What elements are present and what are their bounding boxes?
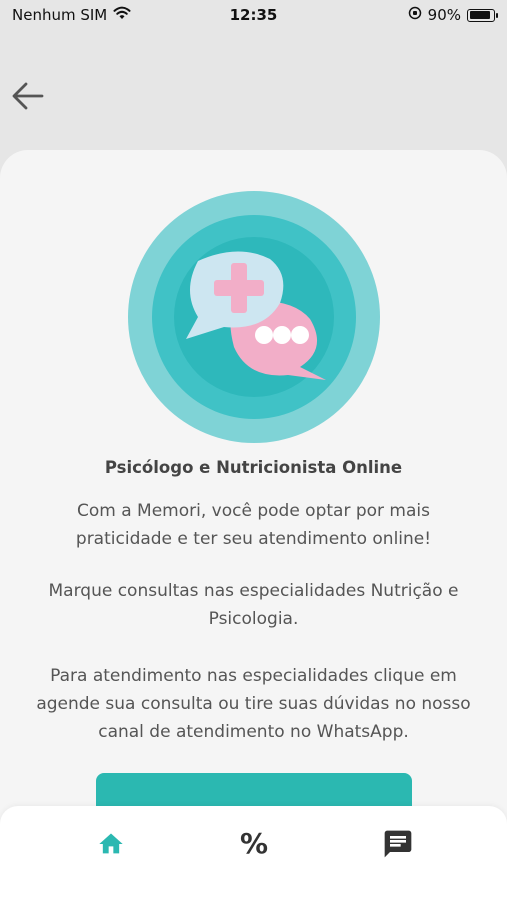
- description-paragraph-1: Com a Memori, você pode optar por mais p…: [75, 501, 432, 549]
- battery-percent: 90%: [427, 6, 461, 24]
- status-bar: Nenhum SIM 12:35 90%: [0, 0, 507, 30]
- nav-home[interactable]: [91, 824, 131, 864]
- battery-fill: [469, 11, 491, 19]
- battery-icon: [467, 8, 498, 22]
- description-paragraph-2: Marque consultas nas especialidades Nutr…: [48, 581, 459, 629]
- back-button[interactable]: [8, 76, 48, 116]
- online-consultation-illustration: [128, 191, 380, 443]
- arrow-left-icon: [12, 82, 44, 110]
- percent-icon: %: [239, 827, 269, 860]
- description-paragraph-3: Para atendimento nas especialidades cliq…: [36, 666, 471, 742]
- bottom-navigation: %: [0, 806, 507, 900]
- status-right: 90%: [408, 6, 498, 24]
- page-title: Psicólogo e Nutricionista Online: [104, 458, 403, 477]
- nav-chat[interactable]: [378, 824, 418, 864]
- nav-discounts[interactable]: %: [234, 824, 274, 864]
- home-icon: [99, 833, 123, 854]
- orientation-lock-icon: [408, 6, 422, 24]
- chat-icon: [384, 830, 412, 858]
